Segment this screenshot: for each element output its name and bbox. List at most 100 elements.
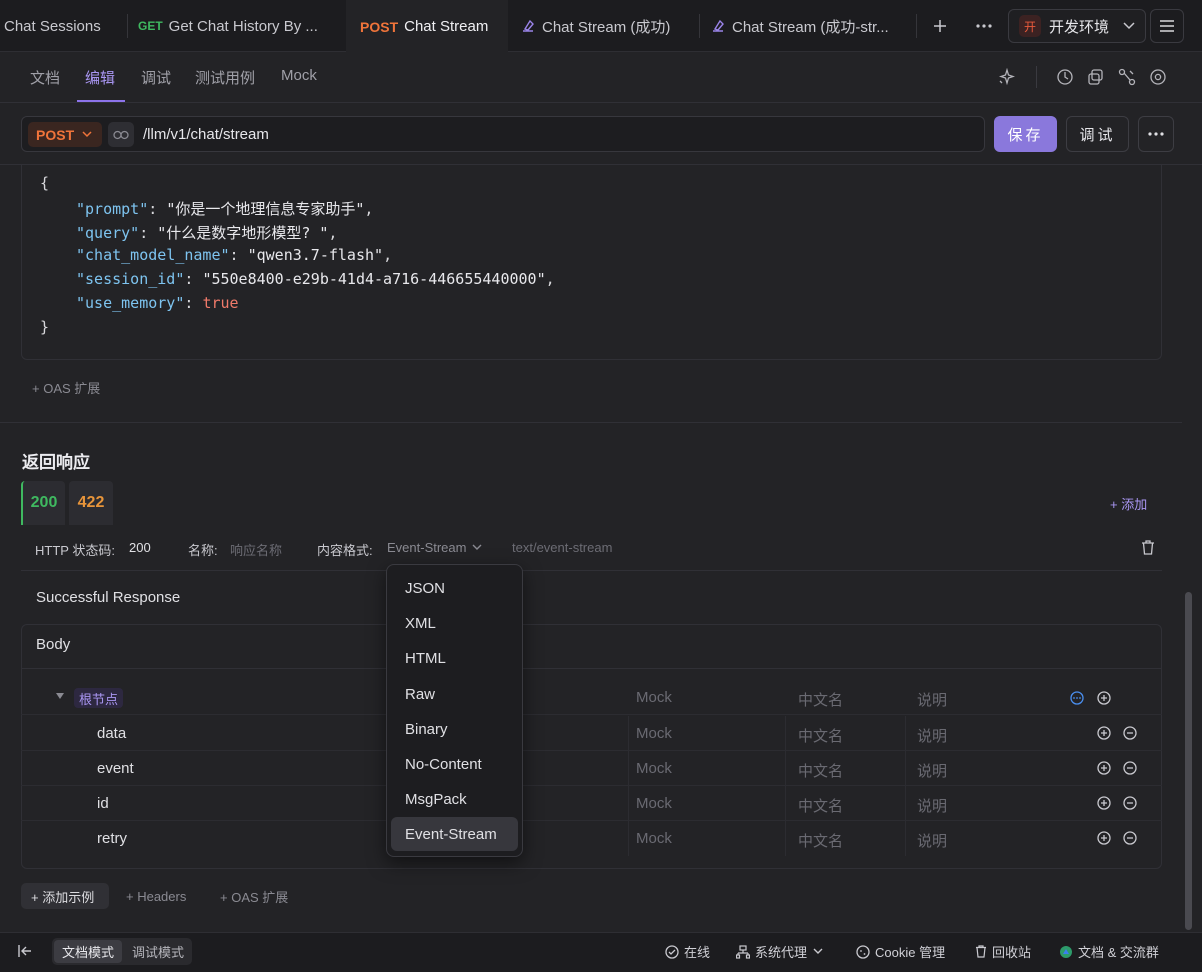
more-tabs-icon[interactable] — [974, 16, 994, 36]
content-format-label: 内容格式: — [317, 543, 373, 558]
chinese-name-input[interactable]: 中文名 — [798, 760, 843, 781]
code-value: "你是一个地理信息专家助手" — [166, 200, 365, 218]
add-example-button[interactable]: + 添加示例 — [21, 883, 109, 909]
save-button[interactable]: 保存 — [994, 116, 1057, 152]
tab-chat-stream-success[interactable]: Chat Stream (成功) — [520, 0, 698, 52]
root-node-badge: 根节点 — [74, 688, 124, 708]
ai-sparkle-icon[interactable] — [997, 68, 1015, 86]
add-response-button[interactable]: + 添加 — [1110, 494, 1147, 513]
field-name[interactable]: retry — [97, 830, 127, 847]
tab-chat-stream-success-stream[interactable]: Chat Stream (成功-str... — [710, 0, 910, 52]
format-option-event-stream[interactable]: Event-Stream — [391, 817, 518, 851]
remove-field-icon[interactable] — [1123, 831, 1137, 845]
subtab-edit[interactable]: 编辑 — [85, 67, 115, 88]
history-icon[interactable] — [1056, 68, 1074, 86]
code-line: "prompt": "你是一个地理信息专家助手", — [76, 200, 374, 218]
description-input[interactable]: 说明 — [917, 795, 947, 816]
debug-button[interactable]: 调试 — [1066, 116, 1129, 152]
chinese-name-input[interactable]: 中文名 — [798, 795, 843, 816]
trash-icon — [975, 945, 987, 958]
tab-chat-stream-active[interactable]: POST Chat Stream — [346, 0, 508, 53]
response-description[interactable]: Successful Response — [36, 589, 180, 606]
add-tab-icon[interactable] — [930, 16, 950, 36]
content-format-select[interactable]: Event-Stream — [387, 540, 482, 555]
online-status[interactable]: 在线 — [665, 942, 710, 961]
add-field-icon[interactable] — [1097, 831, 1111, 845]
docs-community-link[interactable]: 文档 & 交流群 — [1059, 942, 1159, 961]
mock-input[interactable]: Mock — [636, 795, 672, 812]
tab-divider — [127, 14, 128, 38]
format-option-msgpack[interactable]: MsgPack — [391, 782, 518, 816]
add-oas-extension-button[interactable]: + OAS 扩展 — [220, 883, 288, 909]
environment-selector[interactable]: 开 开发环境 — [1008, 9, 1146, 43]
mock-input[interactable]: Mock — [636, 760, 672, 777]
format-option-html[interactable]: HTML — [391, 641, 518, 675]
chevron-down-icon — [82, 131, 92, 138]
remove-field-icon[interactable] — [1123, 761, 1137, 775]
format-option-xml[interactable]: XML — [391, 606, 518, 640]
add-headers-button[interactable]: + Headers — [126, 883, 186, 909]
status-code-input[interactable]: 200 — [129, 540, 151, 555]
add-field-icon[interactable] — [1097, 761, 1111, 775]
collapse-caret-icon[interactable] — [56, 693, 64, 699]
field-name[interactable]: id — [97, 795, 109, 812]
chevron-down-icon — [1123, 22, 1135, 30]
subtab-debug[interactable]: 调试 — [141, 67, 171, 88]
code-comma: , — [364, 200, 374, 218]
trash-icon[interactable] — [1141, 540, 1155, 555]
tab-label: Chat Stream (成功-str... — [732, 18, 889, 36]
main-menu-button[interactable] — [1150, 9, 1184, 43]
add-child-icon[interactable] — [1097, 691, 1111, 705]
method-select[interactable]: POST — [28, 122, 102, 147]
recycle-bin[interactable]: 回收站 — [975, 942, 1031, 961]
share-icon[interactable] — [1118, 68, 1136, 86]
code-value: "什么是数字地形模型? " — [157, 224, 329, 242]
copy-icon[interactable] — [1087, 68, 1105, 86]
link-icon[interactable] — [108, 122, 134, 147]
system-proxy-menu[interactable]: 系统代理 — [736, 942, 823, 961]
chinese-name-input[interactable]: 中文名 — [798, 725, 843, 746]
format-option-raw[interactable]: Raw — [391, 677, 518, 711]
name-label: 名称: — [188, 543, 218, 558]
url-input[interactable]: /llm/v1/chat/stream — [143, 126, 269, 143]
mock-input[interactable]: Mock — [636, 725, 672, 742]
chinese-name-column-header: 中文名 — [798, 692, 844, 709]
format-option-no-content[interactable]: No-Content — [391, 747, 518, 781]
tab-get-chat-history[interactable]: GET Get Chat History By ... — [138, 0, 338, 52]
chevron-down-icon — [813, 948, 823, 955]
code-comma: , — [328, 224, 338, 242]
more-actions-button[interactable] — [1138, 116, 1174, 152]
add-field-icon[interactable] — [1097, 796, 1111, 810]
add-field-icon[interactable] — [1097, 726, 1111, 740]
tab-chat-sessions[interactable]: Chat Sessions — [4, 0, 126, 52]
field-name[interactable]: event — [97, 760, 134, 777]
schema-row — [21, 821, 1162, 856]
chinese-name-input[interactable]: 中文名 — [798, 830, 843, 851]
cookie-icon — [856, 944, 870, 959]
field-name[interactable]: data — [97, 725, 126, 742]
format-option-json[interactable]: JSON — [391, 571, 518, 605]
doc-mode-button[interactable]: 文档模式 — [54, 940, 122, 963]
response-tab-422[interactable]: 422 — [69, 481, 113, 525]
subtab-mock[interactable]: Mock — [281, 67, 317, 84]
remove-field-icon[interactable] — [1123, 796, 1137, 810]
oas-extension-link[interactable]: + OAS 扩展 — [32, 378, 100, 397]
description-input[interactable]: 说明 — [917, 760, 947, 781]
scrollbar-thumb[interactable] — [1185, 592, 1192, 930]
response-tab-200[interactable]: 200 — [21, 481, 65, 525]
mock-input[interactable]: Mock — [636, 830, 672, 847]
settings-icon[interactable] — [1149, 68, 1167, 86]
format-option-binary[interactable]: Binary — [391, 712, 518, 746]
subtab-test-cases[interactable]: 测试用例 — [195, 67, 255, 88]
response-name-input[interactable]: 响应名称 — [230, 540, 282, 559]
description-input[interactable]: 说明 — [917, 725, 947, 746]
description-input[interactable]: 说明 — [917, 830, 947, 851]
more-options-icon[interactable] — [1070, 691, 1084, 705]
cookie-manager[interactable]: Cookie 管理 — [856, 942, 945, 961]
remove-field-icon[interactable] — [1123, 726, 1137, 740]
subtab-docs[interactable]: 文档 — [30, 67, 60, 88]
collapse-sidebar-icon[interactable] — [18, 944, 32, 958]
tab-bar: Chat Sessions GET Get Chat History By ..… — [0, 0, 1202, 53]
debug-mode-button[interactable]: 调试模式 — [124, 940, 192, 963]
content-format-value: Event-Stream — [387, 540, 467, 555]
